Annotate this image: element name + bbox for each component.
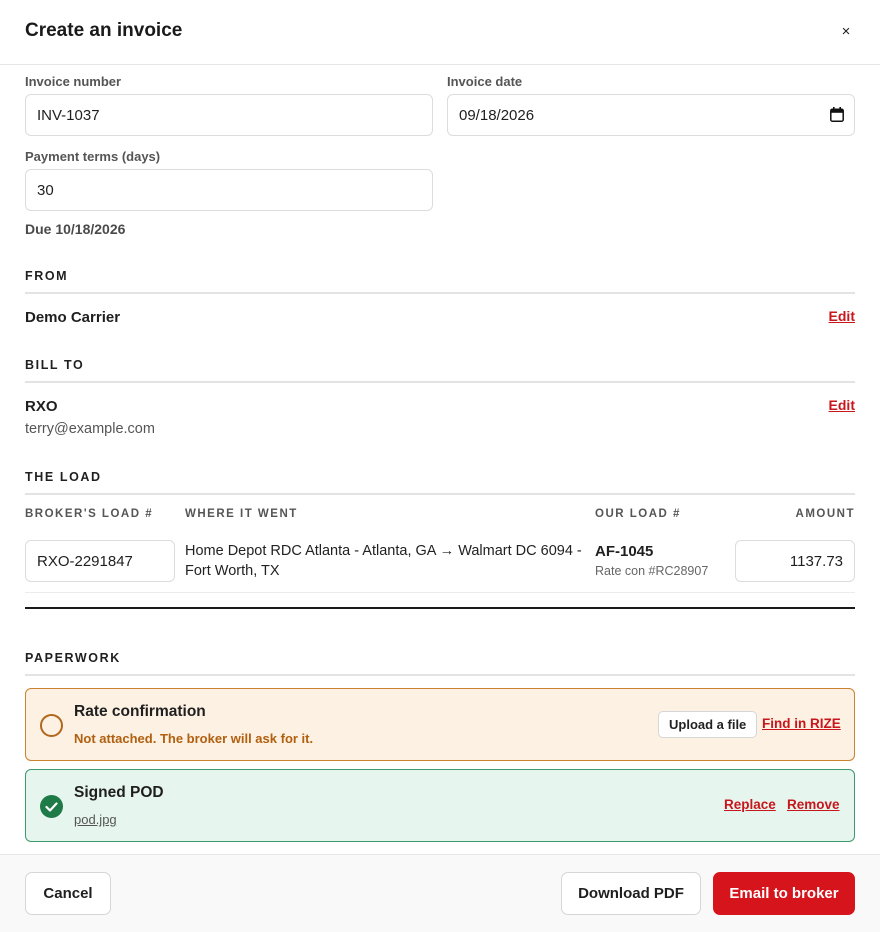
create-invoice-dialog: Create an invoice × Invoice number INV-1… (0, 0, 880, 932)
calendar-icon[interactable] (830, 107, 844, 122)
invoice-number-value: INV-1037 (37, 106, 100, 124)
signed-pod-title: Signed POD (74, 784, 164, 801)
from-divider (25, 292, 855, 294)
invoice-date-value: 09/18/2026 (459, 106, 535, 124)
due-date-text: Due 10/18/2026 (25, 221, 126, 237)
invoice-date-input[interactable]: 09/18/2026 (447, 94, 855, 136)
from-name: Demo Carrier (25, 309, 121, 326)
invoice-number-label: Invoice number (25, 74, 122, 89)
rate-confirmation-title: Rate confirmation (74, 703, 206, 720)
broker-load-input[interactable]: RXO-2291847 (25, 540, 175, 582)
signed-pod-card: Signed POD pod.jpg Replace Remove (25, 769, 855, 842)
rate-confirmation-status: Not attached. The broker will ask for it… (74, 731, 314, 746)
bill-to-email: terry@example.com (25, 421, 155, 437)
paperwork-section-title: PAPERWORK (25, 651, 121, 665)
paperwork-divider (25, 674, 855, 676)
invoice-date-label: Invoice date (447, 74, 523, 89)
rate-confirmation-card: Rate confirmation Not attached. The brok… (25, 688, 855, 761)
load-section-title: THE LOAD (25, 470, 102, 484)
from-section-title: FROM (25, 269, 69, 283)
col-amount: AMOUNT (795, 508, 855, 520)
download-pdf-button[interactable]: Download PDF (561, 872, 701, 915)
amount-input[interactable]: 1137.73 (735, 540, 855, 582)
edit-from-link[interactable]: Edit (829, 308, 855, 324)
find-in-rize-link[interactable]: Find in RIZE (762, 716, 841, 731)
edit-bill-to-link[interactable]: Edit (829, 397, 855, 413)
load-route: Home Depot RDC Atlanta - Atlanta, GA → W… (185, 543, 582, 579)
invoice-number-input[interactable]: INV-1037 (25, 94, 433, 136)
broker-load-value: RXO-2291847 (37, 552, 133, 570)
dialog-footer: Cancel Download PDF Email to broker (0, 854, 880, 932)
payment-terms-label: Payment terms (days) (25, 149, 161, 164)
col-where-it-went: WHERE IT WENT (185, 508, 298, 520)
bill-to-name: RXO (25, 398, 58, 415)
amount-value: 1137.73 (789, 552, 843, 570)
load-total-divider (25, 607, 855, 609)
pod-file-link[interactable]: pod.jpg (74, 812, 117, 827)
rate-con-number: Rate con #RC28907 (595, 564, 709, 578)
replace-link[interactable]: Replace (724, 797, 776, 812)
dialog-header: Create an invoice × (0, 0, 880, 65)
dialog-body: Invoice number INV-1037 Invoice date 09/… (0, 65, 880, 854)
payment-terms-value: 30 (37, 181, 54, 199)
col-broker-load: BROKER'S LOAD # (25, 508, 154, 520)
check-circle-icon (40, 795, 63, 818)
email-to-broker-button[interactable]: Email to broker (713, 872, 855, 915)
col-our-load: OUR LOAD # (595, 508, 681, 520)
dialog-title: Create an invoice (25, 20, 183, 41)
bill-to-section-title: BILL TO (25, 358, 85, 372)
remove-link[interactable]: Remove (787, 797, 840, 812)
load-row-divider (25, 592, 855, 593)
upload-file-button[interactable]: Upload a file (658, 711, 758, 738)
bill-to-divider (25, 381, 855, 383)
empty-circle-icon (40, 714, 63, 737)
our-load-number: AF-1045 (595, 543, 654, 560)
load-divider (25, 493, 855, 495)
cancel-button[interactable]: Cancel (25, 872, 111, 915)
payment-terms-input[interactable]: 30 (25, 169, 433, 211)
close-icon[interactable]: × (836, 21, 856, 41)
